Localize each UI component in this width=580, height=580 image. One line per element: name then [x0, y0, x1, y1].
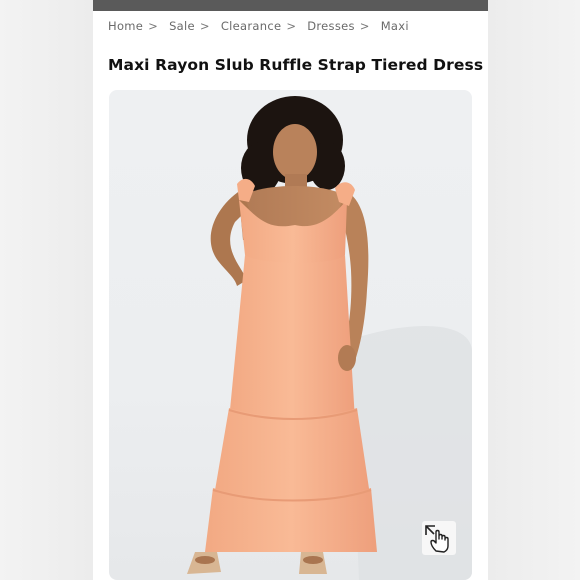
- product-title: Maxi Rayon Slub Ruffle Strap Tiered Dres…: [108, 56, 484, 75]
- face: [273, 124, 317, 180]
- breadcrumb-home[interactable]: Home: [108, 19, 143, 33]
- model-photo: [187, 96, 472, 580]
- breadcrumb-sale[interactable]: Sale: [169, 19, 195, 33]
- zoom-button[interactable]: [422, 521, 456, 555]
- breadcrumb-separator: >: [199, 19, 210, 33]
- dress-tier: [213, 408, 371, 502]
- breadcrumb: Home > Sale > Clearance > Dresses > Maxi: [108, 19, 409, 33]
- breadcrumb-clearance[interactable]: Clearance: [221, 19, 282, 33]
- dress-skirt-upper: [229, 255, 355, 420]
- product-page: Home > Sale > Clearance > Dresses > Maxi Max…: [93, 0, 488, 580]
- breadcrumb-separator: >: [359, 19, 370, 33]
- left-backdrop: [0, 0, 93, 580]
- breadcrumb-maxi[interactable]: Maxi: [381, 19, 409, 33]
- product-image[interactable]: [109, 90, 472, 580]
- zoom-hand-icon: [425, 525, 449, 553]
- breadcrumb-separator: >: [286, 19, 297, 33]
- breadcrumb-dresses[interactable]: Dresses: [307, 19, 355, 33]
- breadcrumb-separator: >: [148, 19, 159, 33]
- top-bar: [93, 0, 488, 11]
- right-backdrop: [488, 0, 580, 580]
